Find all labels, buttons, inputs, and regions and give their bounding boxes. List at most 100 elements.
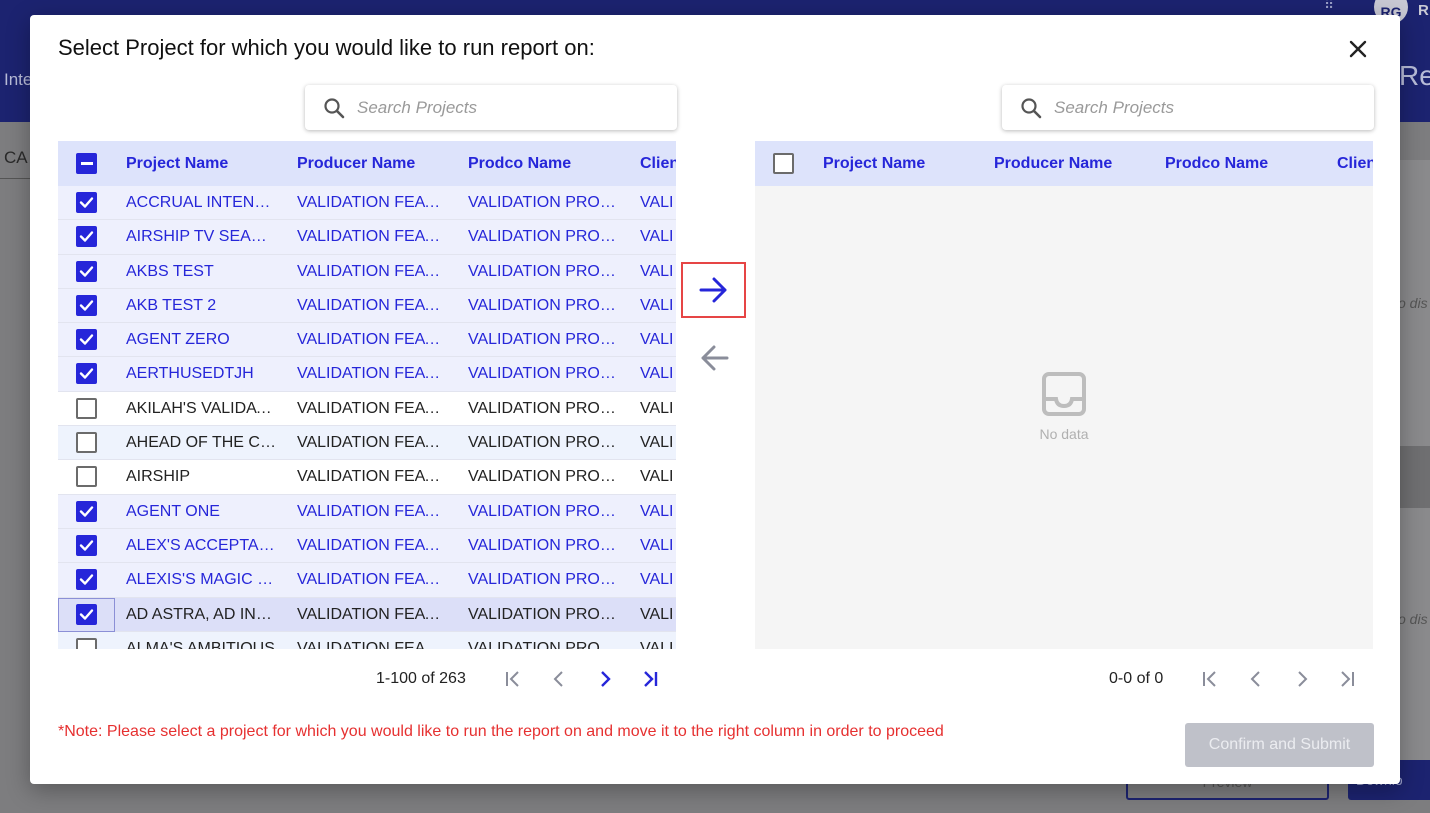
pagination-text: 0-0 of 0 bbox=[1109, 670, 1164, 687]
row-checkbox[interactable] bbox=[76, 192, 97, 213]
column-header-project-name[interactable]: Project Name bbox=[126, 141, 228, 186]
cell-prodco-name: VALIDATION PRODCO bbox=[468, 399, 618, 417]
right-search-box bbox=[1002, 85, 1374, 130]
first-page-icon bbox=[506, 671, 519, 687]
table-row[interactable]: AKILAH'S VALIDATION VALIDATION FEATURES VA… bbox=[58, 391, 676, 427]
last-page-button[interactable] bbox=[1335, 667, 1359, 691]
next-page-button[interactable] bbox=[1290, 667, 1314, 691]
cell-prodco-name: VALIDATION PRODCO bbox=[468, 262, 618, 280]
column-header-client[interactable]: Clien bbox=[1337, 141, 1373, 186]
cell-project-name: ALEXIS'S MAGIC DAY bbox=[126, 571, 276, 589]
cell-prodco-name: VALIDATION PRODCO bbox=[468, 434, 618, 452]
cell-client: VALI bbox=[640, 434, 674, 452]
cell-producer-name: VALIDATION FEATURES bbox=[297, 571, 447, 589]
row-checkbox[interactable] bbox=[76, 534, 97, 556]
instruction-note: *Note: Please select a project for which… bbox=[58, 723, 944, 740]
background-title-partial: Re bbox=[1399, 60, 1430, 91]
inbox-icon bbox=[1042, 372, 1086, 416]
checkmark-icon bbox=[79, 540, 94, 551]
cell-prodco-name: VALIDATION PRODCO bbox=[468, 536, 618, 554]
empty-state-text: No data bbox=[1039, 426, 1089, 442]
pagination-text: 1-100 of 263 bbox=[376, 670, 466, 687]
available-projects-table: Project Name Producer Name Prodco Name C… bbox=[58, 141, 676, 649]
left-search-input[interactable] bbox=[357, 97, 647, 118]
close-button[interactable] bbox=[1340, 33, 1376, 65]
table-row[interactable]: AHEAD OF THE CURVE VALIDATION FEATURES VAL… bbox=[58, 426, 676, 461]
cell-producer-name: VALIDATION FEATURES bbox=[297, 296, 447, 314]
previous-page-button[interactable] bbox=[1244, 667, 1268, 691]
table-row[interactable]: AIRSHIP VALIDATION FEATURES VALIDATION PRO… bbox=[58, 460, 676, 495]
table-row[interactable]: ACCRUAL INTENTIONALLY VALIDATION FEATURES… bbox=[58, 186, 676, 221]
select-all-checkbox[interactable] bbox=[76, 153, 97, 174]
cell-project-name: AIRSHIP TV SEASON bbox=[126, 228, 276, 246]
column-header-producer-name[interactable]: Producer Name bbox=[994, 141, 1112, 186]
cell-producer-name: VALIDATION FEATURES bbox=[297, 399, 447, 417]
row-checkbox[interactable] bbox=[76, 397, 97, 419]
cell-client: VALI bbox=[640, 331, 674, 349]
background-nav-partial: Inte bbox=[4, 70, 33, 89]
next-page-button[interactable] bbox=[593, 667, 617, 691]
cell-producer-name: VALIDATION FEATURES bbox=[297, 228, 447, 246]
cell-prodco-name: VALIDATION PRODCO bbox=[468, 571, 618, 589]
checkmark-icon bbox=[79, 368, 94, 380]
column-header-prodco-name[interactable]: Prodco Name bbox=[468, 141, 571, 186]
column-header-project-name[interactable]: Project Name bbox=[823, 141, 925, 186]
row-checkbox[interactable] bbox=[76, 637, 97, 649]
cell-project-name: AKILAH'S VALIDATION bbox=[126, 399, 276, 417]
cell-producer-name: VALIDATION FEATURES bbox=[297, 605, 447, 623]
chevron-left-icon bbox=[553, 671, 563, 687]
cell-prodco-name: VALIDATION PRODCO bbox=[468, 605, 618, 623]
cell-client: VALI bbox=[640, 571, 674, 589]
column-header-producer-name[interactable]: Producer Name bbox=[297, 141, 415, 186]
last-page-icon bbox=[644, 671, 658, 687]
checkmark-icon bbox=[79, 574, 94, 585]
select-all-checkbox[interactable] bbox=[773, 153, 794, 174]
cell-project-name: AKBS TEST bbox=[126, 262, 214, 280]
column-header-client[interactable]: Clien bbox=[640, 141, 676, 186]
confirm-and-submit-button[interactable]: Confirm and Submit bbox=[1185, 723, 1374, 767]
cell-prodco-name: VALIDATION PRODCO bbox=[468, 228, 618, 246]
first-page-button[interactable] bbox=[1198, 667, 1222, 691]
first-page-button[interactable] bbox=[501, 667, 525, 691]
search-icon bbox=[324, 97, 345, 118]
selected-projects-table: Project Name Producer Name Prodco Name C… bbox=[755, 141, 1373, 649]
right-search-input[interactable] bbox=[1054, 97, 1344, 118]
move-right-button[interactable] bbox=[681, 262, 746, 318]
move-left-button[interactable] bbox=[681, 330, 746, 386]
background-text-partial: o dis bbox=[1398, 295, 1428, 311]
cell-client: VALI bbox=[640, 536, 674, 554]
table-row[interactable]: ALEX'S ACCEPTABLE VALIDATION FEATURES VALI… bbox=[58, 528, 676, 564]
table-row[interactable]: AKB TEST 2 VALIDATION FEATURES VALIDATION … bbox=[58, 288, 676, 324]
cell-client: VALI bbox=[640, 228, 674, 246]
table-row[interactable]: AKBS TEST VALIDATION FEATURES VALIDATION P… bbox=[58, 254, 676, 289]
cell-project-name: AIRSHIP bbox=[126, 468, 191, 486]
row-checkbox[interactable] bbox=[76, 603, 97, 625]
column-header-prodco-name[interactable]: Prodco Name bbox=[1165, 141, 1268, 186]
table-row[interactable]: AGENT ONE VALIDATION FEATURES VALIDATION P… bbox=[58, 494, 676, 529]
chevron-right-icon bbox=[1298, 671, 1308, 687]
cell-producer-name: VALIDATION FEATURES bbox=[297, 468, 447, 486]
row-checkbox[interactable] bbox=[76, 432, 97, 454]
table-row[interactable]: AERTHUSEDTJH VALIDATION FEATURES VALIDATIO… bbox=[58, 357, 676, 392]
last-page-button[interactable] bbox=[638, 667, 662, 691]
table-row[interactable]: ALMA'S AMBITIOUS VALIDATION FEATURES VALID… bbox=[58, 631, 676, 649]
row-checkbox[interactable] bbox=[76, 260, 97, 282]
table-header: Project Name Producer Name Prodco Name C… bbox=[755, 141, 1373, 186]
background-text-partial: o dis bbox=[1398, 611, 1428, 627]
checkmark-icon bbox=[79, 231, 94, 242]
table-row[interactable]: AGENT ZERO VALIDATION FEATURES VALIDATION … bbox=[58, 323, 676, 358]
row-checkbox[interactable] bbox=[76, 363, 97, 385]
row-checkbox[interactable] bbox=[76, 500, 97, 522]
row-checkbox[interactable] bbox=[76, 569, 97, 591]
row-checkbox[interactable] bbox=[76, 226, 97, 248]
row-checkbox[interactable] bbox=[76, 294, 97, 316]
table-row[interactable]: AD ASTRA, AD INFINITUM VALIDATION FEATURE… bbox=[58, 597, 676, 632]
row-checkbox[interactable] bbox=[76, 329, 97, 351]
row-checkbox[interactable] bbox=[76, 466, 97, 488]
previous-page-button[interactable] bbox=[547, 667, 571, 691]
table-row[interactable]: AIRSHIP TV SEASON VALIDATION FEATURES VALI… bbox=[58, 220, 676, 255]
table-row[interactable]: ALEXIS'S MAGIC DAY VALIDATION FEATURES VAL… bbox=[58, 563, 676, 598]
indeterminate-icon bbox=[80, 162, 93, 165]
table-header: Project Name Producer Name Prodco Name C… bbox=[58, 141, 676, 186]
cell-client: VALI bbox=[640, 639, 674, 649]
